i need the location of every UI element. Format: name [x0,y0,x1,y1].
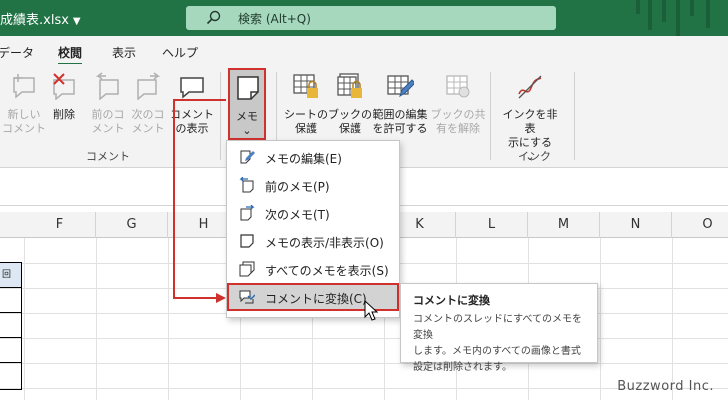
tooltip-title: コメントに変換 [413,294,490,307]
menu-item-previous-note[interactable]: 前のメモ(P) [227,171,399,199]
menu-item-label: 前のメモ(P) [265,180,330,194]
menu-item-show-all-notes[interactable]: すべてのメモを表示(S) [227,255,399,283]
next-note-icon [240,205,255,221]
menu-item-edit-note[interactable]: メモの編集(E) [227,143,399,171]
previous-note-icon [239,177,254,193]
show-hide-note-icon [240,234,254,248]
tooltip-body: コメントのスレッドにすべてのメモを変換 します。メモ内のすべての画像と書式 設定… [413,314,582,373]
menu-item-label: コメントに変換(C) [265,292,367,306]
menu-item-label: メモの編集(E) [265,152,342,166]
menu-item-label: すべてのメモを表示(S) [265,264,389,278]
mouse-pointer-icon [364,300,378,321]
show-all-notes-icon [239,261,255,277]
convert-to-comment-icon [239,290,255,304]
memo-dropdown-menu: メモの編集(E) 前のメモ(P) 次のメモ(T) メモの表示/非表示(O) すべ… [226,140,400,318]
menu-item-label: 次のメモ(T) [265,208,330,222]
menu-item-next-note[interactable]: 次のメモ(T) [227,199,399,227]
edit-note-icon [240,150,255,164]
watermark: Buzzword Inc. [617,379,714,394]
convert-tooltip: コメントに変換 コメントのスレッドにすべてのメモを変換 します。メモ内のすべての… [400,283,598,373]
menu-item-show-hide-note[interactable]: メモの表示/非表示(O) [227,227,399,255]
menu-item-label: メモの表示/非表示(O) [265,236,384,250]
